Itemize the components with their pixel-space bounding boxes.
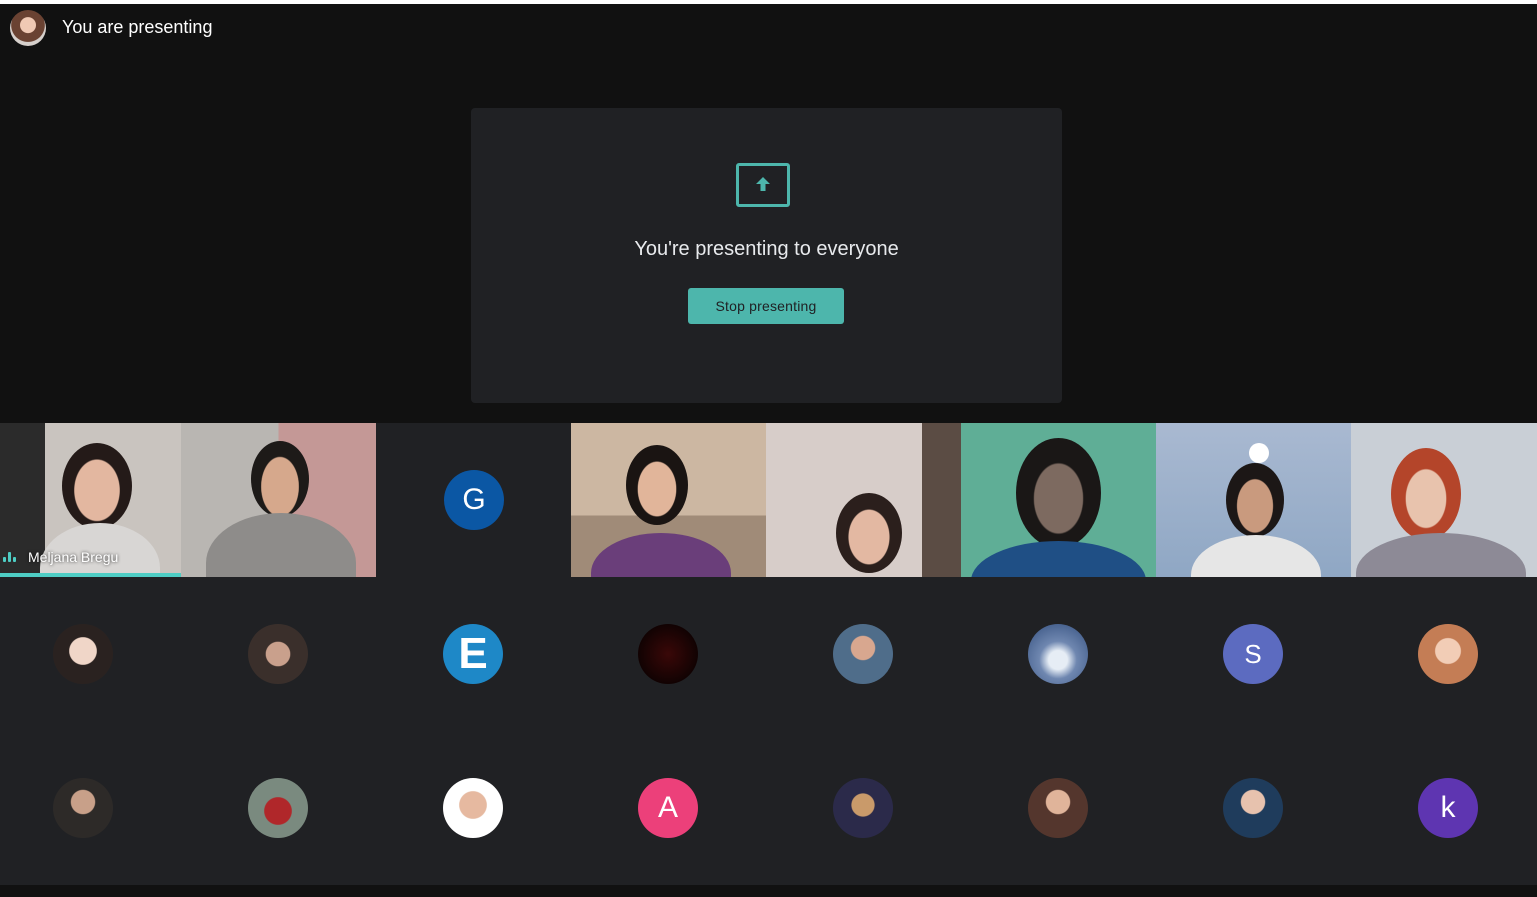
participant-tile[interactable] — [1156, 423, 1351, 577]
participant-shoulders — [971, 541, 1146, 577]
participant-shoulders — [591, 533, 731, 577]
participant-face — [1391, 448, 1461, 540]
participant-avatar[interactable] — [833, 778, 893, 838]
presenting-message: You're presenting to everyone — [634, 238, 899, 260]
participant-face — [1226, 463, 1284, 537]
speaking-icon — [3, 552, 17, 562]
participant-tile[interactable] — [961, 423, 1156, 577]
participant-tile[interactable]: G — [376, 423, 571, 577]
participant-avatar[interactable] — [443, 778, 503, 838]
participant-face — [836, 493, 902, 573]
participant-shoulders — [1191, 535, 1321, 577]
participants-grid: Meljana Bregu G E S A k — [0, 423, 1537, 885]
participant-avatar[interactable] — [53, 624, 113, 684]
self-avatar — [10, 10, 46, 46]
participant-shoulders — [1356, 533, 1526, 577]
participant-tile[interactable] — [181, 423, 376, 577]
participant-avatar[interactable] — [1028, 778, 1088, 838]
top-bar: You are presenting — [0, 4, 1537, 50]
light-fixture — [1249, 443, 1269, 463]
participant-tile-speaker[interactable]: Meljana Bregu — [0, 423, 181, 577]
participant-avatar[interactable] — [1418, 624, 1478, 684]
participant-avatar[interactable] — [1028, 624, 1088, 684]
participant-tile[interactable] — [571, 423, 766, 577]
participant-avatar[interactable] — [248, 624, 308, 684]
participant-avatar[interactable] — [638, 624, 698, 684]
presenting-card: You're presenting to everyone Stop prese… — [471, 108, 1062, 403]
window-bottom-edge — [0, 885, 1537, 897]
participant-tile[interactable] — [766, 423, 961, 577]
participant-avatar[interactable] — [248, 778, 308, 838]
participant-face — [251, 441, 309, 517]
participant-tile[interactable] — [1351, 423, 1537, 577]
logo-e-icon: E — [458, 629, 488, 678]
participant-shoulders — [206, 513, 356, 577]
participant-name: Meljana Bregu — [28, 549, 119, 565]
participant-face — [1016, 438, 1101, 548]
participant-avatar[interactable] — [53, 778, 113, 838]
avatar-letter[interactable]: S — [1223, 624, 1283, 684]
present-screen-icon — [736, 163, 790, 207]
participant-avatar[interactable]: E — [443, 624, 503, 684]
avatar-letter[interactable]: A — [638, 778, 698, 838]
participant-avatar[interactable] — [1223, 778, 1283, 838]
speaking-indicator-bar — [0, 573, 181, 577]
presenting-status: You are presenting — [62, 17, 213, 37]
participant-face — [62, 443, 132, 529]
avatar-letter: G — [444, 470, 504, 530]
participant-face — [626, 445, 688, 525]
stop-presenting-button[interactable]: Stop presenting — [688, 288, 844, 324]
participant-avatar[interactable] — [833, 624, 893, 684]
avatar-letter[interactable]: k — [1418, 778, 1478, 838]
